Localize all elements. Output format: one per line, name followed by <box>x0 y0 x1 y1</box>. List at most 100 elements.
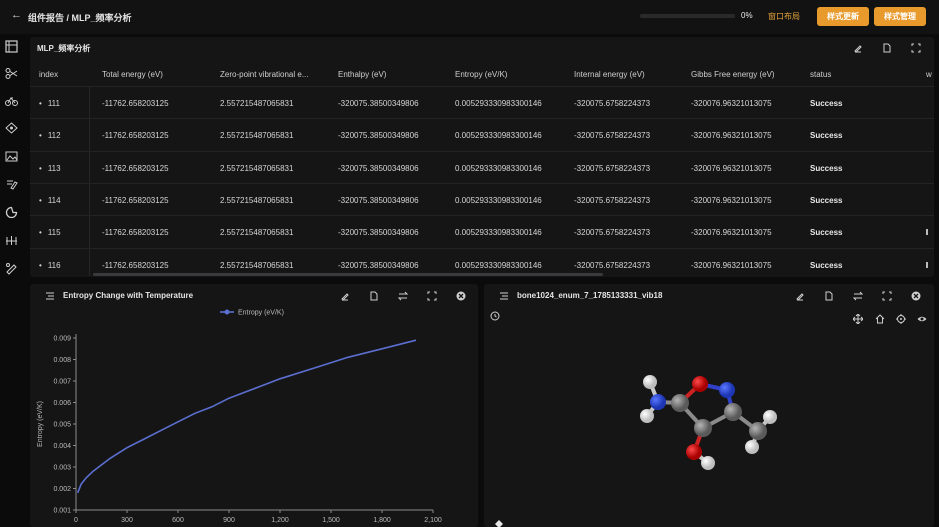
fullscreen-icon[interactable] <box>882 291 892 301</box>
window-layout-link[interactable]: 窗口布局 <box>768 11 800 22</box>
table-cell: -320075.38500349806 <box>338 163 419 173</box>
table-cell: Success <box>810 99 843 108</box>
list-icon[interactable] <box>499 291 509 301</box>
table-cell: 0.005293330983300146 <box>455 131 542 141</box>
home-icon[interactable] <box>875 314 885 324</box>
edit-icon[interactable] <box>340 291 350 301</box>
column-header[interactable]: Gibbs Free energy (eV) <box>691 70 775 79</box>
edit-icon[interactable] <box>853 43 863 53</box>
close-icon[interactable] <box>911 291 921 301</box>
x-tick-label: 300 <box>121 517 133 524</box>
series-line-entropy <box>76 339 417 494</box>
y-tick-label: 0.006 <box>53 400 71 407</box>
table-cell: -320075.38500349806 <box>338 99 419 108</box>
settings-icon[interactable] <box>5 262 18 275</box>
table-cell: -11762.658203125 <box>102 260 169 270</box>
edit-icon[interactable] <box>5 178 18 191</box>
legend-label: Entropy (eV/K) <box>238 310 284 317</box>
column-header[interactable]: w <box>926 70 932 79</box>
table-row[interactable]: 111 -11762.658203125 2.557215487065831 -320… <box>30 86 934 119</box>
layers-icon[interactable] <box>5 122 18 135</box>
row-index: 116 <box>39 261 61 270</box>
x-tick-label: 600 <box>172 517 184 524</box>
table-cell: -11762.658203125 <box>102 131 169 141</box>
table-row[interactable]: 112 -11762.658203125 2.557215487065831 -320… <box>30 118 934 151</box>
table-row[interactable]: 113 -11762.658203125 2.557215487065831 -320… <box>30 150 934 184</box>
scissors-icon[interactable] <box>5 67 18 80</box>
table-row[interactable]: 114 -11762.658203125 2.557215487065831 -320… <box>30 182 934 216</box>
target-icon[interactable] <box>896 314 906 324</box>
table-row[interactable]: 115 -11762.658203125 2.557215487065831 -320… <box>30 215 934 248</box>
eye-icon[interactable] <box>917 314 927 324</box>
molecule-panel-title: bone1024_enum_7_1785133331_vib18 <box>517 291 663 300</box>
table-cell: -320075.6758224373 <box>574 163 651 173</box>
move-icon[interactable] <box>853 314 863 324</box>
table-cell: -11762.658203125 <box>102 163 169 173</box>
x-tick-label: 1,200 <box>271 517 289 524</box>
column-header[interactable]: Internal energy (eV) <box>574 70 645 79</box>
column-header[interactable]: Zero-point vibrational e... <box>220 70 309 79</box>
list-icon[interactable] <box>45 291 55 301</box>
clock-icon[interactable] <box>490 311 500 321</box>
fullscreen-icon[interactable] <box>911 43 921 53</box>
file-icon[interactable] <box>369 291 379 301</box>
edit-icon[interactable] <box>795 291 805 301</box>
column-header[interactable]: Entropy (eV/K) <box>455 70 507 79</box>
column-header[interactable]: Enthalpy (eV) <box>338 70 386 79</box>
table-cell: -320075.38500349806 <box>338 131 419 141</box>
table-cell: -11762.658203125 <box>102 99 169 108</box>
table-cell: Success <box>810 195 843 205</box>
close-icon[interactable] <box>456 291 466 301</box>
x-tick-label: 0 <box>74 517 78 524</box>
column-header[interactable]: index <box>39 70 58 79</box>
progress-text: 0% <box>741 11 753 20</box>
y-axis-label: Entropy (eV/K) <box>37 401 44 447</box>
table-cell: -320075.38500349806 <box>338 195 419 205</box>
row-index: 112 <box>39 131 61 140</box>
table-icon[interactable] <box>5 40 18 53</box>
table-header: index Total energy (eV) Zero-point vibra… <box>30 62 934 86</box>
x-tick-label: 2,100 <box>424 517 442 524</box>
file-icon[interactable] <box>882 43 892 53</box>
legend-marker <box>224 309 230 315</box>
table-cell: -320076.96321013075 <box>691 228 772 238</box>
style-manage-button[interactable]: 样式管理 <box>874 7 926 26</box>
chart-panel-title: Entropy Change with Temperature <box>63 291 194 300</box>
table-cell: Success <box>810 228 843 238</box>
file-icon[interactable] <box>824 291 834 301</box>
fullscreen-icon[interactable] <box>427 291 437 301</box>
progress-bar <box>640 14 735 18</box>
table-panel-title: MLP_频率分析 <box>37 44 91 53</box>
swap-icon[interactable] <box>398 291 408 301</box>
row-index: 111 <box>39 99 60 108</box>
table-cell: -320076.96321013075 <box>691 260 772 270</box>
molecule-icon[interactable] <box>5 234 18 247</box>
style-update-button[interactable]: 样式更新 <box>817 7 869 26</box>
image-icon[interactable] <box>5 150 18 163</box>
y-tick-label: 0.005 <box>53 422 71 429</box>
column-header[interactable]: Total energy (eV) <box>102 70 163 79</box>
table-cell: -320075.6758224373 <box>574 228 651 238</box>
row-index: 115 <box>39 228 61 237</box>
column-header[interactable]: status <box>810 70 831 79</box>
bike-icon[interactable] <box>5 94 18 107</box>
table-cell: 2.557215487065831 <box>220 131 294 141</box>
back-arrow-icon[interactable]: ← <box>11 9 22 21</box>
palette-icon[interactable] <box>5 206 18 219</box>
table-cell: -320075.6758224373 <box>574 195 651 205</box>
swap-icon[interactable] <box>853 291 863 301</box>
table-cell: -320076.96321013075 <box>691 99 772 108</box>
row-marker <box>926 261 928 268</box>
y-tick-label: 0.009 <box>53 336 71 343</box>
table-cell: -11762.658203125 <box>102 228 169 238</box>
x-tick-label: 1,800 <box>373 517 391 524</box>
table-cell: 0.005293330983300146 <box>455 163 542 173</box>
row-index: 113 <box>39 164 61 173</box>
horizontal-scrollbar[interactable] <box>93 273 603 276</box>
y-tick-label: 0.001 <box>53 508 71 515</box>
table-cell: 0.005293330983300146 <box>455 195 542 205</box>
table-cell: 0.005293330983300146 <box>455 228 542 238</box>
table-cell: Success <box>810 163 843 173</box>
molecule-viewer[interactable] <box>630 365 780 475</box>
table-cell: 2.557215487065831 <box>220 260 294 270</box>
